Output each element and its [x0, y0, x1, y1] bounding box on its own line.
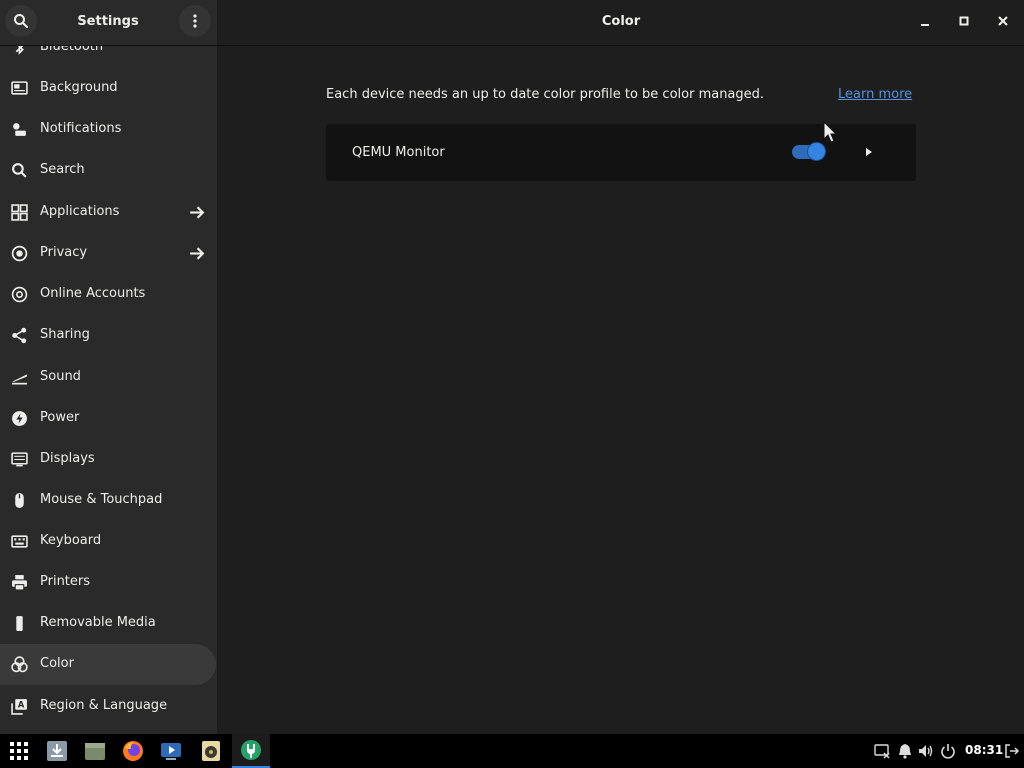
arrow-right-icon [190, 206, 205, 219]
rhythmbox-icon [202, 741, 220, 761]
settings-title: Settings [77, 14, 139, 29]
volume-icon[interactable] [918, 743, 934, 759]
sidebar-item-label: Color [40, 656, 74, 671]
settings-icon [241, 740, 261, 760]
display-tray-icon[interactable] [874, 743, 890, 759]
sidebar-item-label: Bluetooth [40, 46, 104, 54]
sidebar-item-label: Applications [40, 204, 120, 219]
learn-more-link[interactable]: Learn more [838, 87, 912, 102]
bluetooth-icon [15, 46, 24, 55]
sidebar: Bluetooth Background Notifications Searc… [0, 46, 218, 734]
taskbar: 08:31 [0, 734, 1024, 768]
sidebar-item-sound[interactable]: Sound [0, 357, 217, 398]
minimize-button[interactable] [912, 8, 938, 34]
taskbar-settings[interactable] [232, 734, 270, 768]
notifications-icon [13, 123, 26, 136]
search-button[interactable] [5, 5, 37, 37]
sidebar-item-keyboard[interactable]: Keyboard [0, 521, 217, 562]
sidebar-item-label: Notifications [40, 121, 122, 136]
keyboard-icon [11, 535, 28, 548]
color-icon [11, 656, 28, 673]
sidebar-item-label: Mouse & Touchpad [40, 492, 163, 507]
app-grid-icon [10, 742, 28, 760]
sidebar-item-label: Keyboard [40, 533, 102, 548]
color-description: Each device needs an up to date color pr… [326, 87, 765, 102]
sidebar-item-label: Printers [40, 574, 91, 589]
header-bar: Settings Color [0, 0, 1024, 46]
power-icon[interactable] [940, 743, 956, 759]
notification-bell-icon[interactable] [897, 743, 913, 759]
clock[interactable]: 08:31 [965, 743, 1003, 757]
page-title: Color [601, 14, 641, 29]
power-icon [12, 411, 27, 426]
svg-text:A: A [18, 701, 25, 711]
sidebar-item-label: Search [40, 162, 85, 177]
taskbar-app-grid[interactable] [0, 734, 38, 768]
sidebar-item-displays[interactable]: Displays [0, 439, 217, 480]
background-icon [11, 81, 28, 95]
privacy-icon [11, 245, 28, 262]
sidebar-item-label: Online Accounts [40, 286, 146, 301]
mouse-icon [15, 493, 24, 508]
sidebar-item-label: Sound [40, 369, 81, 384]
removable-media-icon [16, 616, 23, 631]
minimize-icon [921, 24, 929, 26]
sidebar-item-printers[interactable]: Printers [0, 562, 217, 603]
sidebar-item-label: Privacy [40, 245, 88, 260]
mouse-cursor-icon [823, 121, 838, 143]
sidebar-item-search[interactable]: Search [0, 150, 217, 191]
display-icon [11, 452, 28, 467]
sidebar-item-background[interactable]: Background [0, 68, 217, 109]
applications-icon [11, 204, 28, 221]
taskbar-files[interactable] [76, 734, 114, 768]
search-icon [12, 163, 27, 178]
firefox-icon [123, 741, 143, 761]
sidebar-item-privacy[interactable]: Privacy [0, 233, 217, 274]
device-name: QEMU Monitor [352, 145, 445, 160]
sidebar-item-applications[interactable]: Applications [0, 192, 217, 233]
sidebar-header: Settings [0, 0, 218, 45]
taskbar-downloads[interactable] [38, 734, 76, 768]
sidebar-item-label: Power [40, 410, 80, 425]
device-enabled-switch[interactable] [792, 143, 825, 160]
printer-icon [12, 575, 27, 591]
sidebar-item-label: Removable Media [40, 615, 156, 630]
maximize-icon [959, 16, 969, 26]
screen-recorder-icon [161, 743, 181, 760]
color-panel: Each device needs an up to date color pr… [218, 46, 1024, 734]
sound-icon [12, 374, 27, 385]
files-icon [85, 743, 105, 760]
downloads-icon [47, 741, 67, 761]
share-icon [12, 327, 27, 344]
sidebar-item-online-accounts[interactable]: Online Accounts [0, 274, 217, 315]
arrow-right-icon [190, 247, 205, 260]
close-icon [998, 16, 1008, 26]
sidebar-item-mouse-touchpad[interactable]: Mouse & Touchpad [0, 480, 217, 521]
taskbar-screen-recorder[interactable] [152, 734, 190, 768]
close-button[interactable] [990, 8, 1016, 34]
search-icon [14, 14, 28, 28]
sidebar-item-notifications[interactable]: Notifications [0, 109, 217, 150]
maximize-button[interactable] [951, 8, 977, 34]
kebab-menu-icon [193, 14, 197, 28]
sidebar-item-bluetooth[interactable]: Bluetooth [0, 46, 217, 68]
main-menu-button[interactable] [179, 5, 211, 37]
sidebar-item-label: Sharing [40, 327, 90, 342]
taskbar-rhythmbox[interactable] [192, 734, 230, 768]
at-sign-icon [11, 286, 28, 303]
logout-icon[interactable] [1004, 743, 1020, 759]
sidebar-item-label: Displays [40, 451, 95, 466]
taskbar-firefox[interactable] [114, 734, 152, 768]
sidebar-item-power[interactable]: Power [0, 398, 217, 439]
sidebar-item-sharing[interactable]: Sharing [0, 315, 217, 356]
sidebar-item-color[interactable]: Color [0, 644, 216, 685]
expand-arrow-icon[interactable] [863, 146, 875, 158]
sidebar-item-region-language[interactable]: A Region & Language [0, 686, 217, 727]
region-language-icon: A [11, 699, 27, 715]
switch-knob [808, 143, 825, 160]
sidebar-item-removable-media[interactable]: Removable Media [0, 603, 217, 644]
sidebar-item-label: Region & Language [40, 698, 168, 713]
sidebar-item-label: Background [40, 80, 118, 95]
